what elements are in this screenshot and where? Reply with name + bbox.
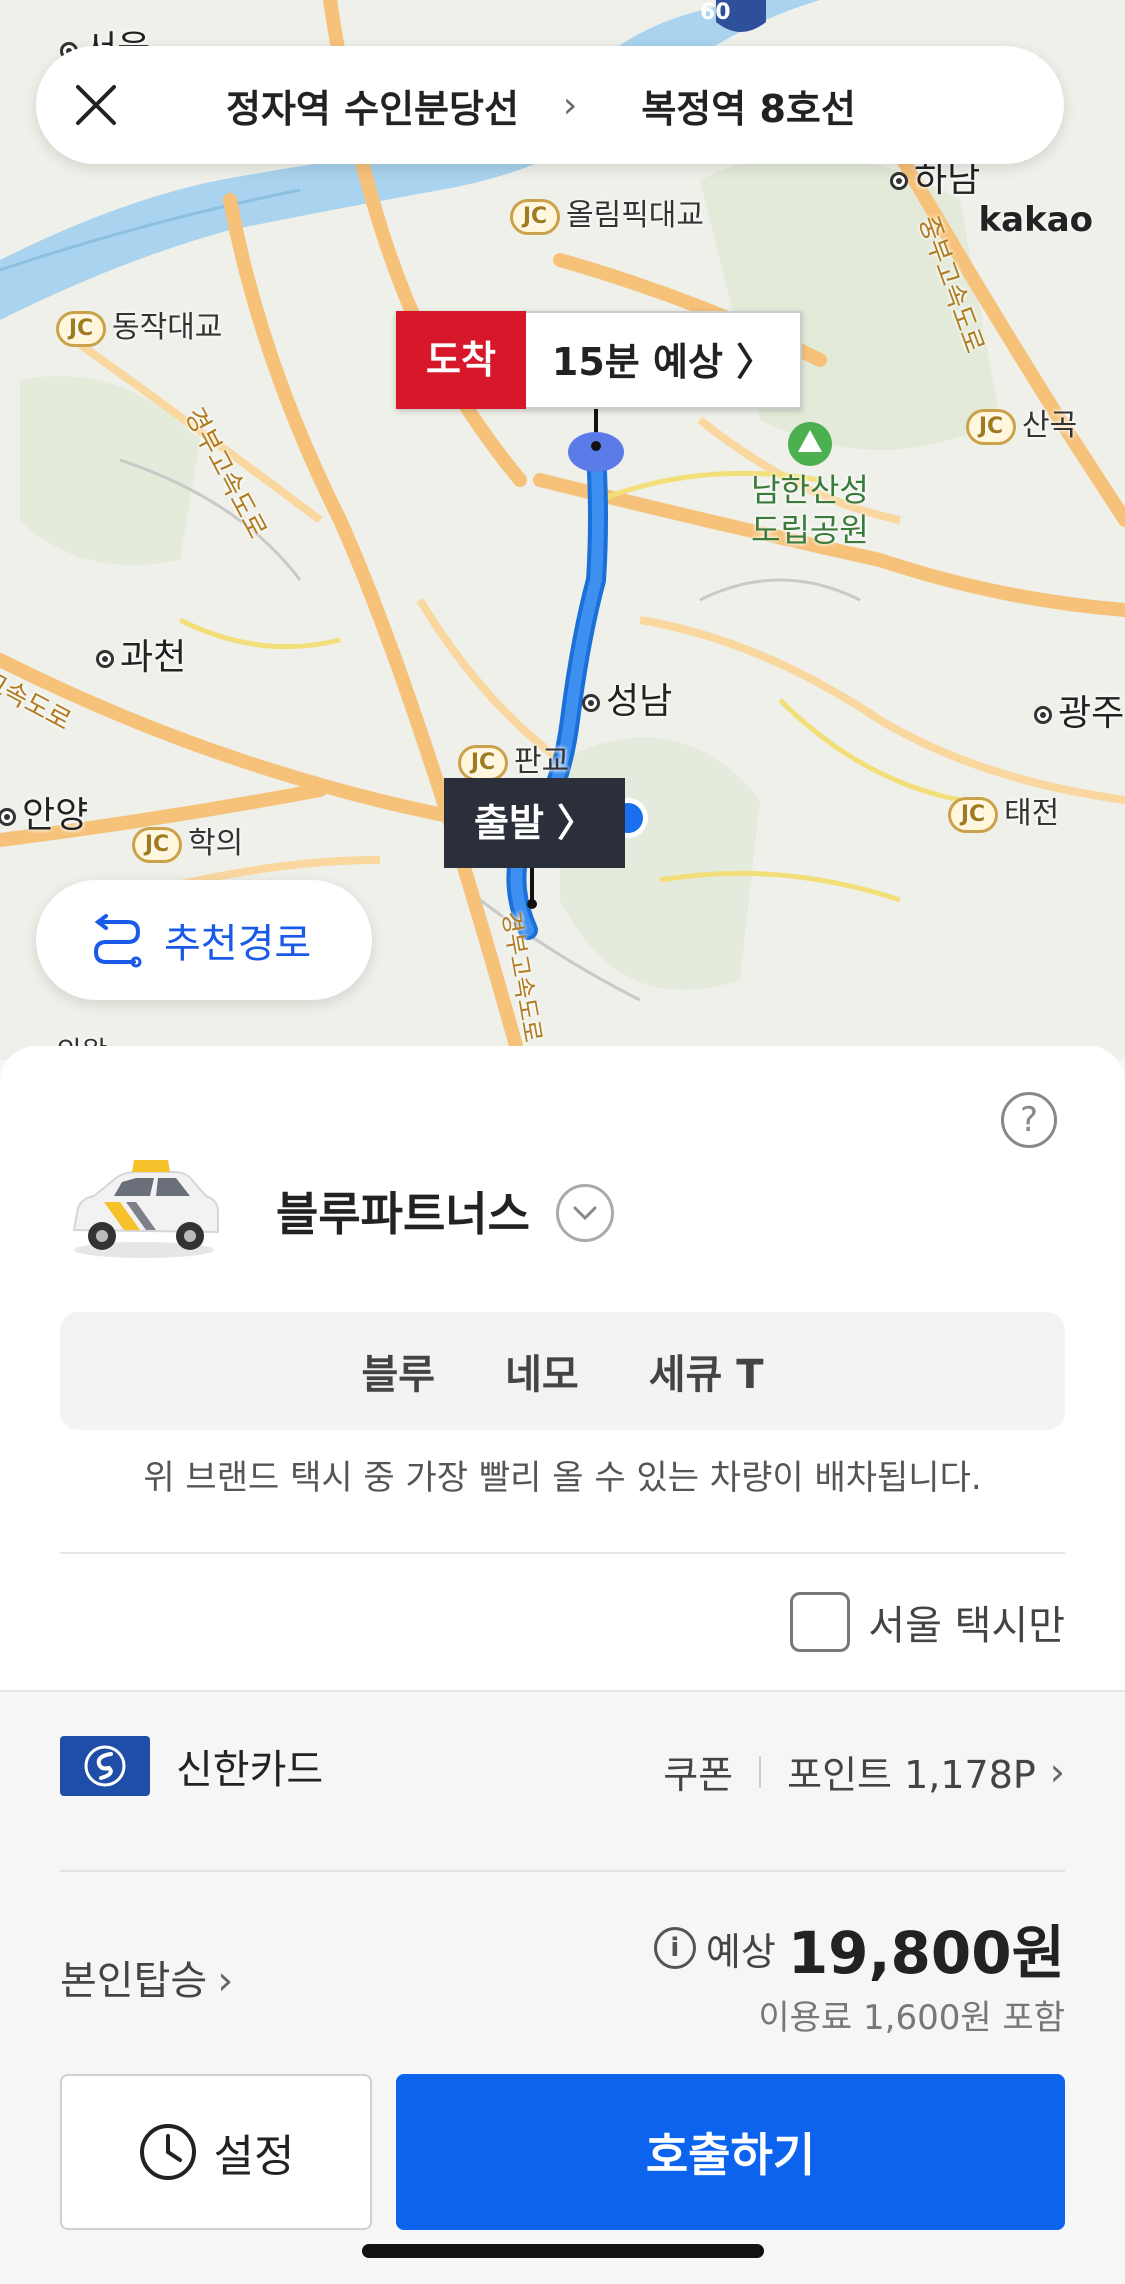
brand-item: 블루 bbox=[361, 1352, 436, 1398]
seoul-only-toggle[interactable]: 서울 택시만 bbox=[790, 1592, 1065, 1652]
chevron-right-icon: › bbox=[1049, 1749, 1065, 1794]
divider bbox=[60, 1870, 1065, 1872]
city-dot-icon bbox=[96, 650, 114, 668]
route-arrow-icon: › bbox=[562, 84, 578, 126]
arrival-marker[interactable]: 도착 15분 예상 〉 bbox=[396, 311, 803, 409]
taxi-icon bbox=[72, 1160, 219, 1258]
city-dot-icon bbox=[890, 172, 908, 190]
map-label-gwangju: 광주 bbox=[1034, 684, 1124, 736]
map-label-sangok: JC 산곡 bbox=[966, 400, 1077, 445]
map-label-taejeon: JC 태전 bbox=[948, 788, 1059, 833]
map-label-olympic-bridge: JC 올림픽대교 bbox=[510, 190, 704, 235]
map-label-seongnam: 성남 bbox=[582, 672, 672, 724]
card-name: 신한카드 bbox=[176, 1747, 324, 1793]
route-destination[interactable]: 복정역 8호선 bbox=[641, 78, 855, 133]
help-button[interactable]: ? bbox=[1001, 1092, 1057, 1148]
jc-icon: JC bbox=[948, 796, 998, 833]
fare-amount: 19,800원 bbox=[787, 1919, 1065, 1987]
departure-marker[interactable]: 출발 〉 bbox=[444, 778, 626, 868]
route-bar[interactable]: 정자역 수인분당선 › 복정역 8호선 bbox=[36, 46, 1064, 164]
service-name[interactable]: 블루파트너스 bbox=[276, 1178, 530, 1244]
fare-label: 예상 bbox=[705, 1929, 776, 1974]
brand-item: 세큐 T bbox=[648, 1352, 764, 1398]
city-dot-icon bbox=[1034, 706, 1052, 724]
recommended-route-label: 추천경로 bbox=[164, 921, 312, 967]
self-ride-button[interactable]: 본인탑승 › bbox=[60, 1948, 233, 2006]
jc-icon: JC bbox=[56, 310, 106, 347]
brand-note: 위 브랜드 택시 중 가장 빨리 올 수 있는 차량이 배차됩니다. bbox=[143, 1458, 982, 1498]
seoul-only-checkbox[interactable] bbox=[790, 1592, 851, 1652]
jc-icon: JC bbox=[458, 744, 508, 781]
city-dot-icon bbox=[582, 694, 600, 712]
chevron-right-icon: › bbox=[217, 1958, 234, 2004]
jc-icon: JC bbox=[510, 198, 560, 235]
call-taxi-label: 호출하기 bbox=[645, 2128, 816, 2182]
map-label-pangyo: JC 판교 bbox=[458, 736, 569, 781]
map-label-hakui: JC 학의 bbox=[132, 818, 243, 863]
arrival-eta: 15분 예상 〉 bbox=[525, 311, 803, 409]
map-label-gwacheon: 과천 bbox=[96, 628, 186, 680]
coupon-points[interactable]: 쿠폰 포인트 1,178P › bbox=[663, 1744, 1065, 1799]
seoul-only-label: 서울 택시만 bbox=[868, 1603, 1065, 1649]
jc-icon: JC bbox=[132, 826, 182, 863]
points-label[interactable]: 포인트 1,178P bbox=[787, 1744, 1036, 1799]
recommended-route-button[interactable]: 추천경로 bbox=[36, 880, 372, 1000]
coupon-label[interactable]: 쿠폰 bbox=[663, 1744, 733, 1799]
home-indicator[interactable] bbox=[362, 2244, 764, 2258]
route-origin[interactable]: 정자역 수인분당선 bbox=[226, 78, 519, 133]
estimated-fare: i 예상 19,800원 bbox=[653, 1906, 1065, 1990]
separator bbox=[759, 1755, 762, 1788]
jc-icon: JC bbox=[966, 408, 1016, 445]
map-label-dongjak-bridge: JC 동작대교 bbox=[56, 302, 222, 347]
schedule-setting-button[interactable]: 설정 bbox=[60, 2074, 372, 2230]
bottom-sheet: ? 블루파트너스 블루 네모 세큐 T 위 브랜드 택시 중 가장 빨리 올 수… bbox=[0, 1046, 1125, 2284]
kakao-logo: kakao bbox=[978, 200, 1093, 240]
brand-list: 블루 네모 세큐 T bbox=[60, 1312, 1065, 1430]
shinhan-card-logo bbox=[60, 1736, 150, 1796]
brand-item: 네모 bbox=[505, 1352, 579, 1398]
close-button[interactable] bbox=[36, 46, 156, 164]
route-60-shield: 60 bbox=[700, 0, 731, 25]
call-taxi-button[interactable]: 호출하기 bbox=[396, 2074, 1065, 2230]
clock-icon bbox=[139, 2124, 196, 2180]
self-ride-label: 본인탑승 bbox=[60, 1958, 208, 2004]
map-view[interactable]: 60 서울 하남 kakao JC올림픽대교 JC동작대교 JC산곡 경부고속도… bbox=[0, 0, 1125, 1060]
service-dropdown-button[interactable] bbox=[556, 1184, 614, 1242]
map-label-anyang: 안양 bbox=[0, 786, 88, 838]
shinhan-logo-icon bbox=[84, 1745, 126, 1787]
schedule-setting-label: 설정 bbox=[213, 2131, 295, 2182]
payment-area: 신한카드 쿠폰 포인트 1,178P › 본인탑승 › i 예상 19,800원 … bbox=[0, 1690, 1125, 2284]
route-icon bbox=[93, 914, 142, 968]
city-dot-icon bbox=[0, 808, 16, 826]
chevron-down-icon bbox=[573, 1206, 597, 1221]
payment-card[interactable]: 신한카드 bbox=[60, 1736, 323, 1796]
map-label-namhansanseong: 남한산성 도립공원 bbox=[751, 471, 869, 549]
close-icon bbox=[76, 85, 116, 125]
divider bbox=[60, 1552, 1065, 1554]
arrival-tag: 도착 bbox=[396, 311, 526, 409]
info-icon[interactable]: i bbox=[653, 1927, 696, 1969]
fee-note: 이용료 1,600원 포함 bbox=[758, 1998, 1065, 2038]
